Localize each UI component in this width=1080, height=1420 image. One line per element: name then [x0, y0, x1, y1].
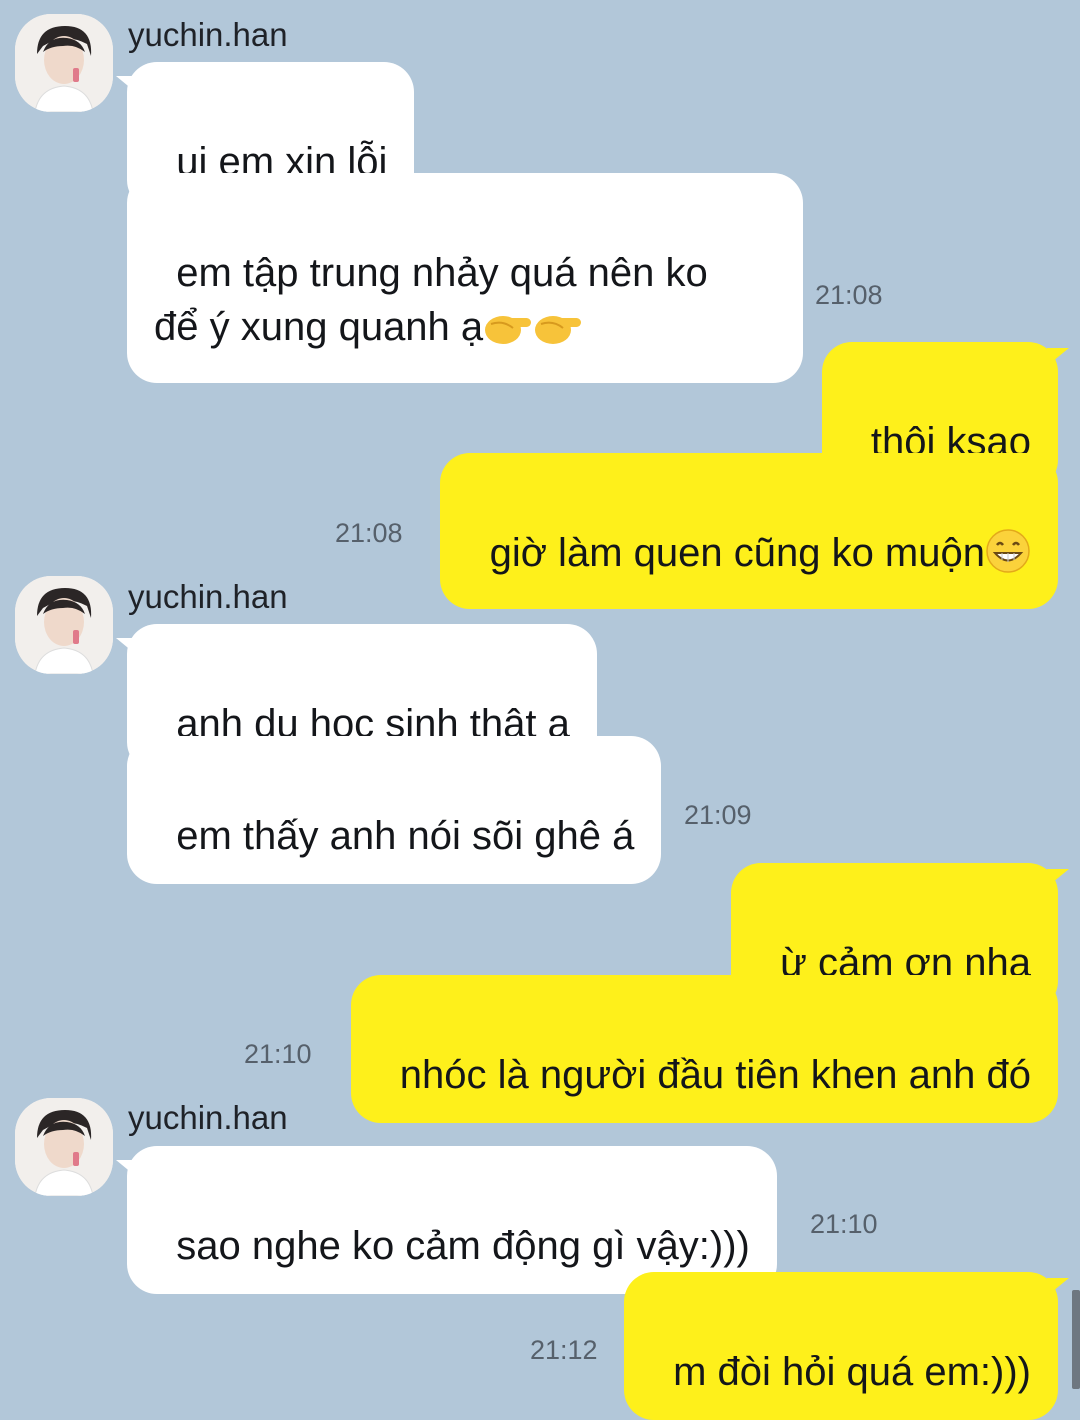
outgoing-message[interactable]: m đòi hỏi quá em:)))	[623, 1272, 1070, 1420]
grinning-face-icon	[985, 528, 1031, 588]
incoming-message[interactable]: em tập trung nhảy quá nên ko để ý xung q…	[127, 173, 803, 383]
avatar[interactable]	[15, 1098, 113, 1196]
outgoing-message[interactable]: giờ làm quen cũng ko muộn	[440, 453, 1058, 609]
message-text: sao nghe ko cảm động gì vậy:)))	[176, 1224, 750, 1268]
sender-name: yuchin.han	[128, 1099, 288, 1136]
pointing-right-hands-icon	[483, 306, 582, 362]
message-text: em thấy anh nói sõi ghê á	[176, 814, 635, 858]
message-text: giờ làm quen cũng ko muộn	[489, 531, 985, 575]
message-time: 21:08	[815, 280, 883, 310]
sender-name: yuchin.han	[128, 578, 288, 615]
avatar-photo	[15, 576, 113, 674]
avatar-photo	[15, 14, 113, 112]
message-time: 21:10	[810, 1209, 878, 1239]
incoming-message[interactable]: em thấy anh nói sõi ghê á	[127, 736, 662, 884]
message-time: 21:08	[335, 518, 403, 548]
avatar-photo	[15, 1098, 113, 1196]
sender-name: yuchin.han	[128, 16, 288, 53]
message-text: em tập trung nhảy quá nên ko để ý xung q…	[154, 251, 708, 349]
outgoing-message[interactable]: nhóc là người đầu tiên khen anh đó	[350, 975, 1058, 1123]
message-text: nhóc là người đầu tiên khen anh đó	[399, 1053, 1031, 1097]
avatar[interactable]	[15, 576, 113, 674]
message-time: 21:09	[684, 800, 752, 830]
message-time: 21:10	[244, 1039, 312, 1069]
scrollbar[interactable]	[1072, 1290, 1080, 1389]
message-text: m đòi hỏi quá em:)))	[673, 1350, 1031, 1394]
avatar[interactable]	[15, 14, 113, 112]
message-time: 21:12	[530, 1335, 598, 1365]
